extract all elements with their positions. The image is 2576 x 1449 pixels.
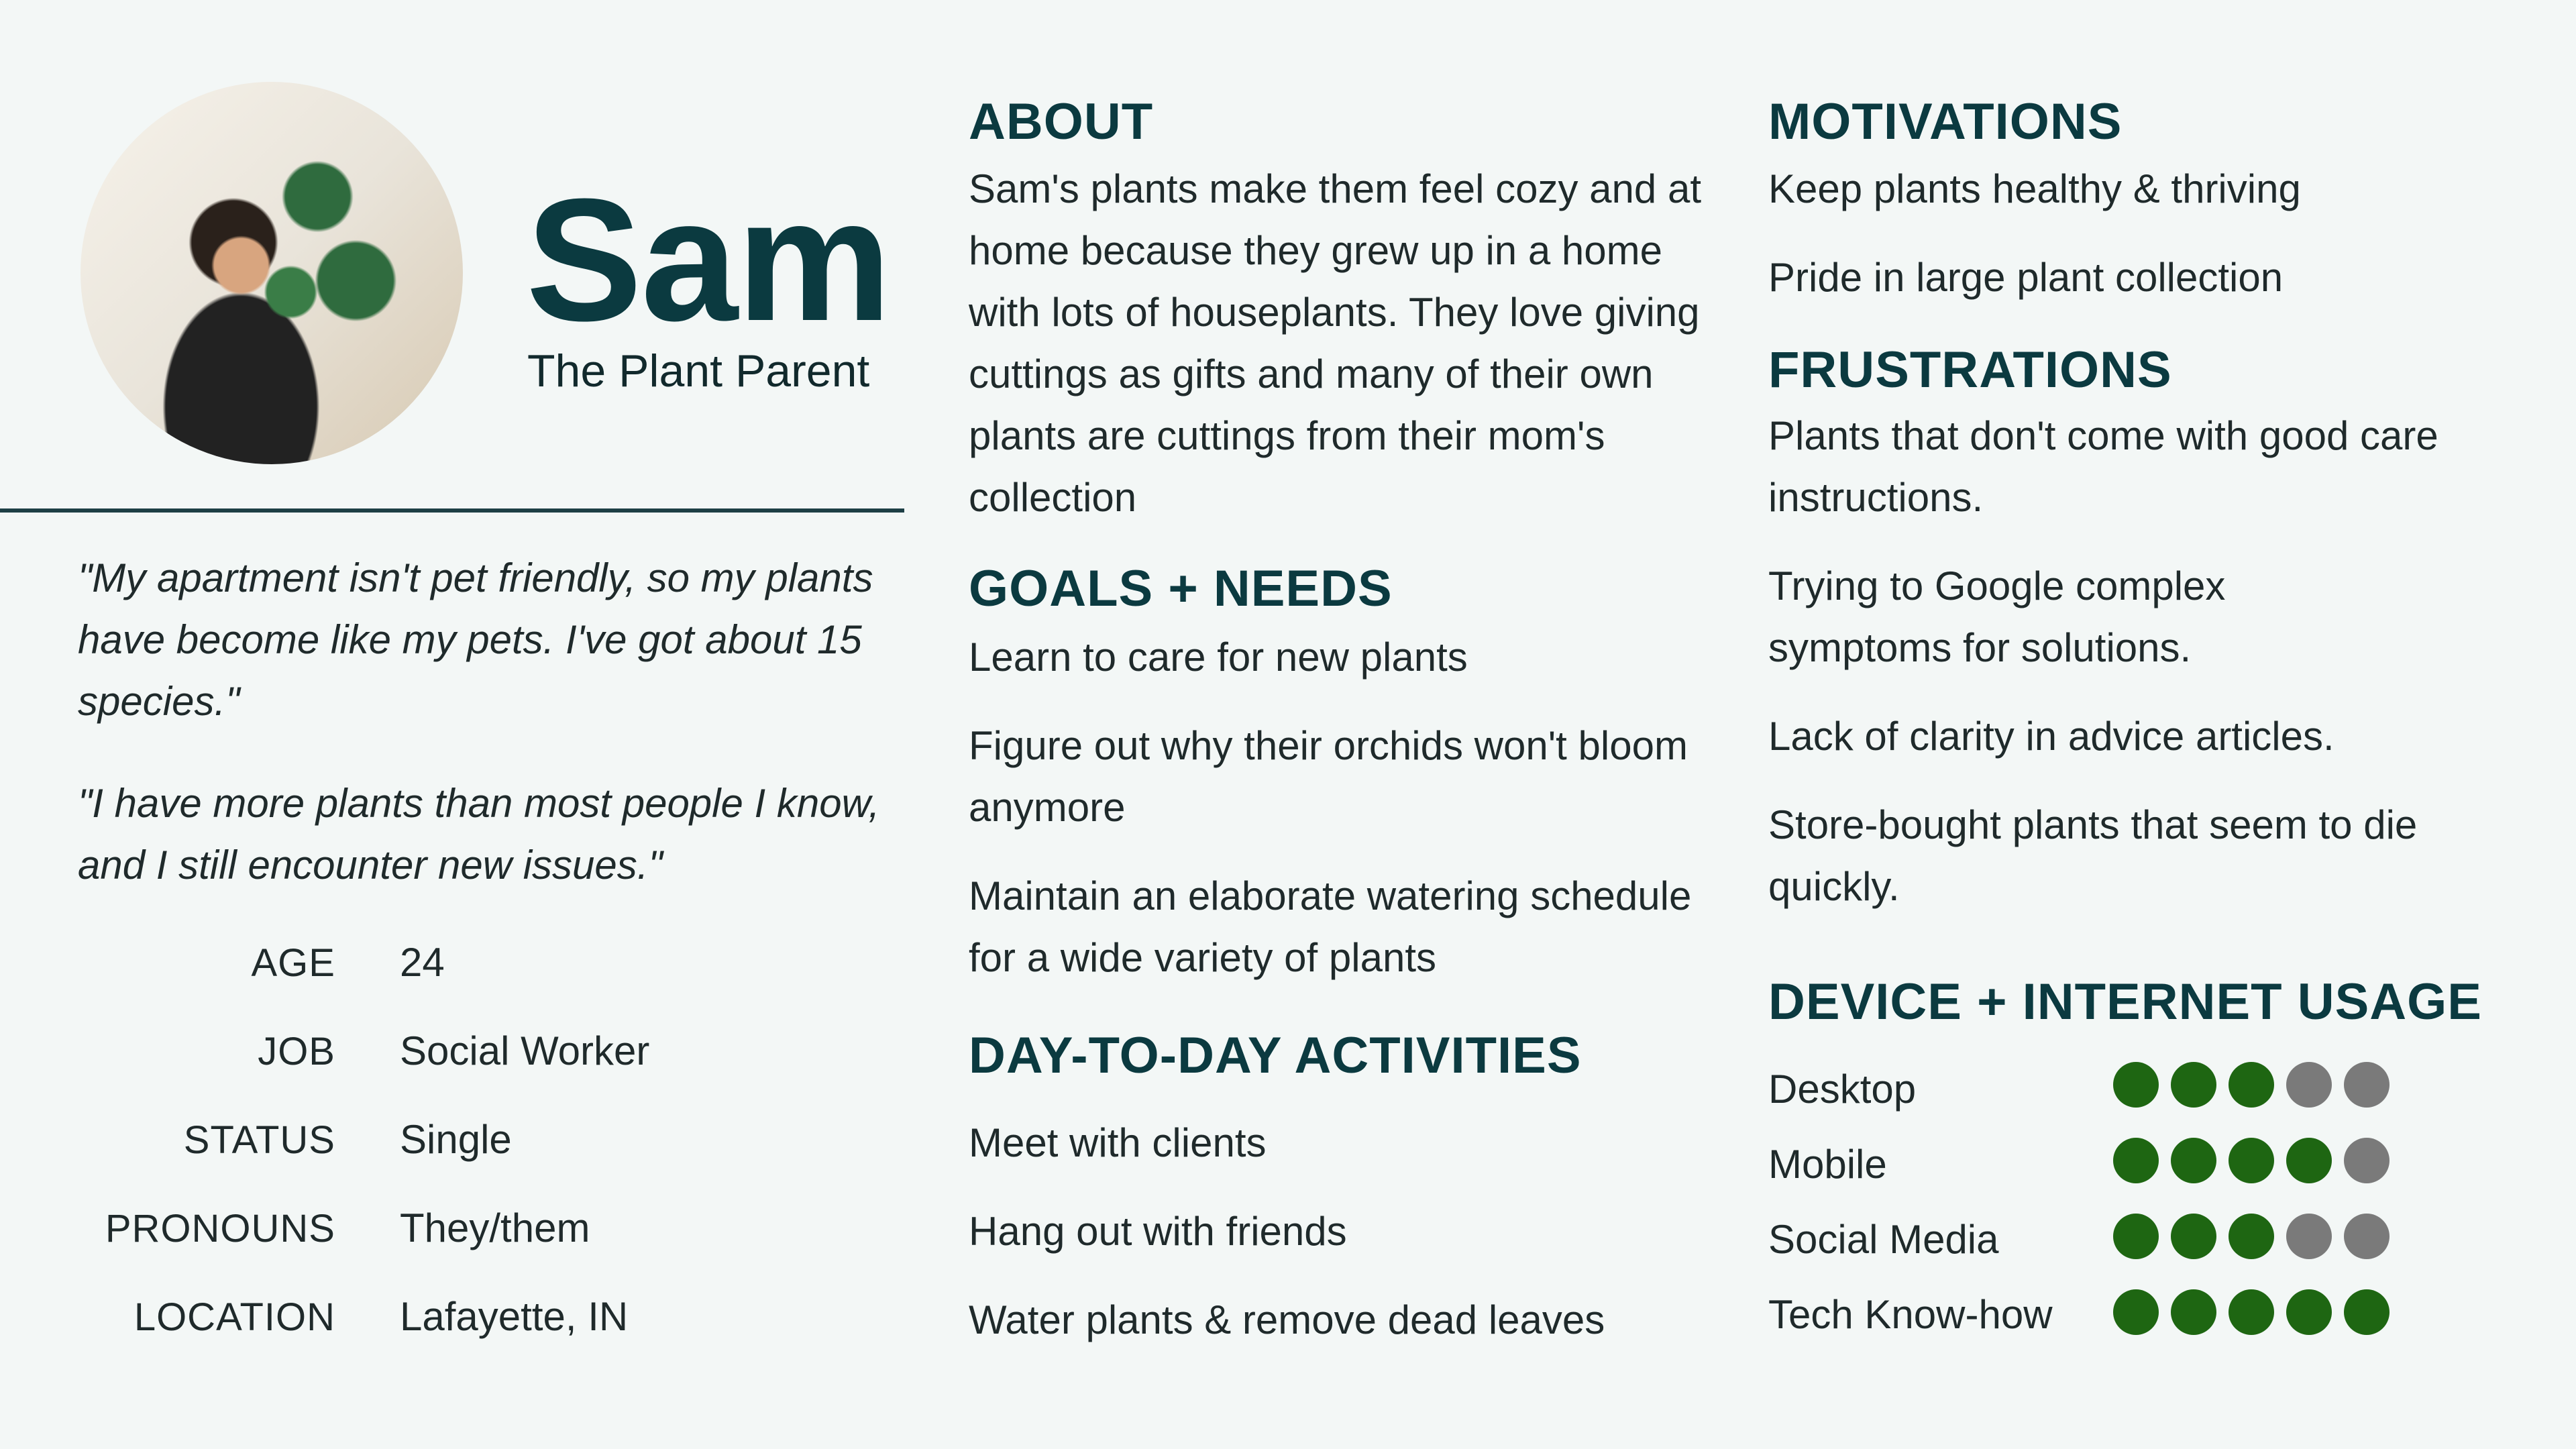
- frustrations-heading: FRUSTRATIONS: [1768, 341, 2172, 398]
- usage-dot-filled: [2286, 1289, 2332, 1335]
- persona-title: The Plant Parent: [527, 345, 870, 396]
- usage-dot-empty: [2344, 1214, 2390, 1259]
- fact-label-age: AGE: [251, 941, 335, 985]
- about-heading: ABOUT: [969, 93, 1154, 150]
- fact-value-job: Social Worker: [400, 1028, 650, 1073]
- usage-dot-empty: [2286, 1062, 2332, 1108]
- usage-dots: [2113, 1062, 2390, 1108]
- usage-dot-filled: [2171, 1062, 2216, 1108]
- usage-dot-empty: [2286, 1214, 2332, 1259]
- motivation-item: Keep plants healthy & thriving: [1768, 166, 2301, 211]
- usage-dot-filled: [2113, 1214, 2159, 1259]
- usage-label-tech-knowhow: Tech Know-how: [1768, 1292, 2053, 1337]
- fact-value-location: Lafayette, IN: [400, 1294, 629, 1339]
- goal-item: Figure out why their orchids won't bloom…: [969, 723, 1688, 830]
- fact-label-location: LOCATION: [133, 1295, 335, 1339]
- usage-dot-filled: [2113, 1138, 2159, 1183]
- frustration-item: Store-bought plants that seem to die qui…: [1768, 802, 2418, 909]
- usage-dots: [2113, 1289, 2390, 1335]
- fact-value-age: 24: [400, 940, 445, 985]
- goals-heading: GOALS + NEEDS: [969, 560, 1393, 617]
- usage-dot-filled: [2344, 1289, 2390, 1335]
- usage-dot-filled: [2229, 1062, 2274, 1108]
- usage-dot-filled: [2113, 1062, 2159, 1108]
- quote: "I have more plants than most people I k…: [78, 781, 880, 888]
- usage-label-mobile: Mobile: [1768, 1142, 1887, 1187]
- frustration-item: Lack of clarity in advice articles.: [1768, 714, 2334, 759]
- motivation-item: Pride in large plant collection: [1768, 255, 2284, 300]
- persona-photo: [80, 82, 463, 464]
- usage-heading: DEVICE + INTERNET USAGE: [1768, 973, 2482, 1030]
- usage-dot-filled: [2229, 1214, 2274, 1259]
- frustration-item: Plants that don't come with good care in…: [1768, 413, 2438, 520]
- activity-item: Meet with clients: [969, 1120, 1267, 1165]
- activity-item: Hang out with friends: [969, 1209, 1347, 1254]
- quote: "My apartment isn't pet friendly, so my …: [78, 555, 873, 724]
- about-text: Sam's plants make them feel cozy and at …: [969, 166, 1701, 520]
- usage-dot-filled: [2171, 1138, 2216, 1183]
- usage-dot-filled: [2286, 1138, 2332, 1183]
- persona-name: Sam: [526, 163, 892, 358]
- usage-dot-filled: [2229, 1138, 2274, 1183]
- usage-label-desktop: Desktop: [1768, 1067, 1917, 1112]
- fact-label-pronouns: PRONOUNS: [105, 1207, 335, 1250]
- divider: [0, 508, 904, 513]
- frustration-item: Trying to Google complex symptoms for so…: [1768, 564, 2226, 670]
- motivations-heading: MOTIVATIONS: [1768, 93, 2123, 150]
- usage-dot-filled: [2229, 1289, 2274, 1335]
- fact-value-status: Single: [400, 1117, 512, 1162]
- fact-label-status: STATUS: [183, 1118, 335, 1162]
- usage-dot-empty: [2344, 1138, 2390, 1183]
- usage-dots: [2113, 1214, 2390, 1259]
- activity-item: Water plants & remove dead leaves: [969, 1297, 1605, 1342]
- usage-dot-filled: [2113, 1289, 2159, 1335]
- goal-item: Learn to care for new plants: [969, 635, 1468, 680]
- usage-dot-empty: [2344, 1062, 2390, 1108]
- fact-label-job: JOB: [258, 1030, 335, 1073]
- usage-label-social-media: Social Media: [1768, 1217, 1999, 1262]
- usage-dots: [2113, 1138, 2390, 1183]
- goal-item: Maintain an elaborate watering schedule …: [969, 873, 1692, 980]
- usage-dot-filled: [2171, 1289, 2216, 1335]
- activities-heading: DAY-TO-DAY ACTIVITIES: [969, 1027, 1582, 1084]
- fact-value-pronouns: They/them: [400, 1205, 590, 1250]
- usage-dot-filled: [2171, 1214, 2216, 1259]
